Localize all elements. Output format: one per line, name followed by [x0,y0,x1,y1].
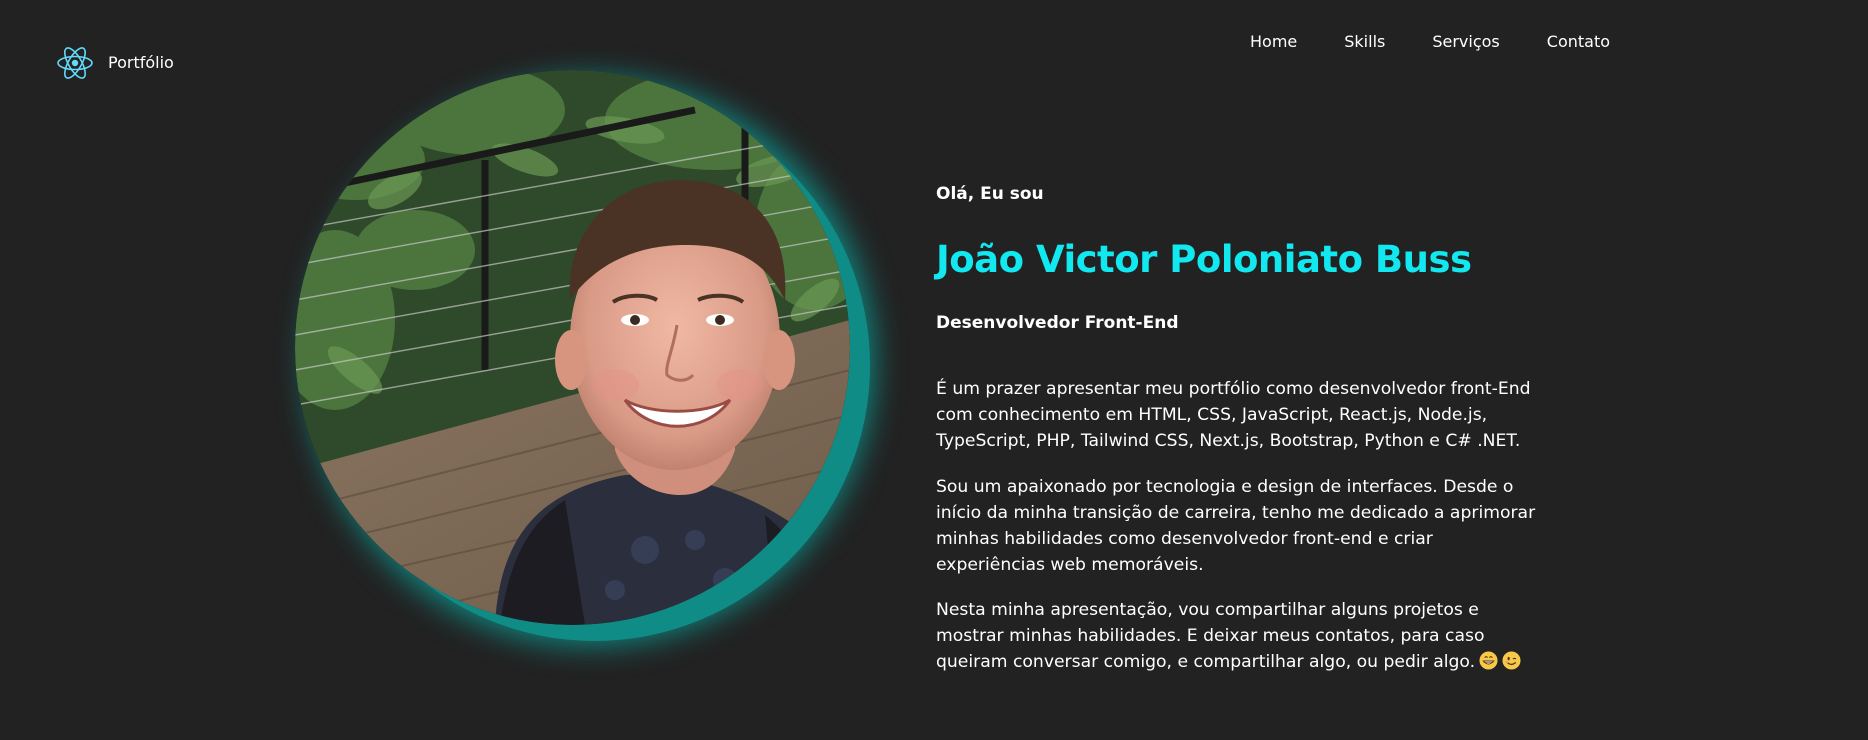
intro-paragraph-3-text: Nesta minha apresentação, vou compartilh… [936,600,1485,672]
brand-link[interactable]: Portfólio [56,44,174,82]
nav-contato[interactable]: Contato [1547,30,1610,53]
nav-home[interactable]: Home [1250,30,1297,53]
page: Portfólio Home Skills Serviços Contato O… [0,0,1868,740]
intro-paragraph-2: Sou um apaixonado por tecnologia e desig… [936,477,1536,575]
nav-skills[interactable]: Skills [1344,30,1385,53]
react-atom-icon [57,47,93,79]
grinning-face-emoji-icon [1479,651,1498,670]
intro-paragraph-1: É um prazer apresentar meu portfólio com… [936,379,1531,451]
brand-label: Portfólio [108,53,174,72]
greeting: Olá, Eu sou [936,184,1044,204]
main-nav: Home Skills Serviços Contato [1250,30,1610,53]
nav-servicos[interactable]: Serviços [1432,30,1499,53]
hero-name: João Victor Poloniato Buss [936,238,1472,281]
profile-photo [295,70,850,625]
profile-photo-frame [295,70,850,625]
winking-face-emoji-icon [1502,651,1521,670]
hero-role: Desenvolvedor Front-End [936,313,1179,333]
intro-paragraph-3: Nesta minha apresentação, vou compartilh… [936,597,1546,675]
